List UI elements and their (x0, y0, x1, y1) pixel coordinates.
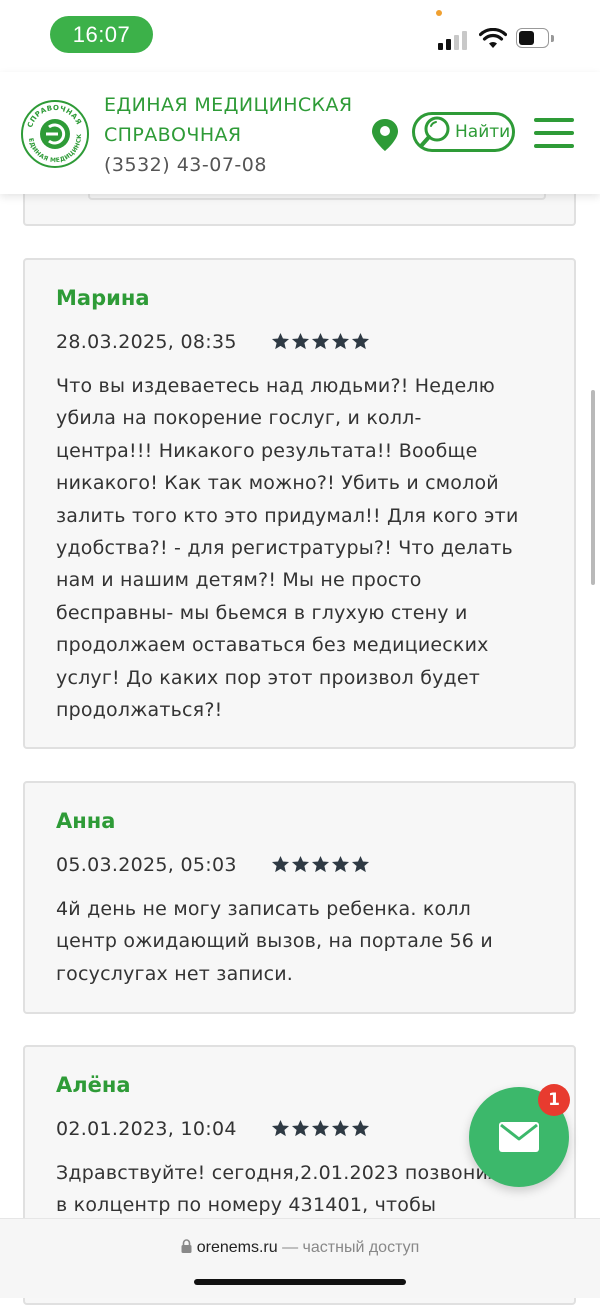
review-text-line: Что вы издеваетесь над людьми?! Неделю (56, 375, 495, 397)
status-bar: 16:07 (0, 0, 600, 72)
star-icon (351, 855, 370, 873)
battery-icon (516, 28, 554, 50)
star-icon (311, 1119, 330, 1137)
privacy-indicator-dot (436, 10, 442, 16)
review-text-line: продолжаться?! (56, 699, 223, 722)
review-text-line: услуг! До каких пор этот произвол будет (56, 666, 481, 689)
star-icon (291, 332, 310, 350)
review-text-line: продолжаем оставаться без медициеских (56, 634, 489, 657)
review-rating-stars (271, 332, 371, 351)
url-domain: orenems.ru (196, 1239, 278, 1256)
cellular-signal-icon (438, 30, 470, 50)
review-rating-stars (271, 855, 371, 874)
url-address[interactable]: orenems.ru — частный доступ (0, 1239, 600, 1257)
review-rating-stars (271, 1119, 371, 1138)
brand-block[interactable]: ЕДИНАЯ МЕДИЦИНСКАЯ СПРАВОЧНАЯ (3532) 43-… (104, 90, 352, 180)
review-date: 28.03.2025, 08:35 (56, 331, 237, 353)
private-access-note: — частный доступ (282, 1239, 420, 1256)
review-date: 02.01.2023, 10:04 (56, 1118, 237, 1140)
menu-hamburger-icon[interactable] (534, 118, 574, 148)
lock-icon (181, 1239, 192, 1253)
star-icon (271, 332, 290, 350)
review-text-line: никакого! Как так можно?! Убить и смолой (56, 472, 499, 495)
brand-name-line2: СПРАВОЧНАЯ (104, 124, 242, 146)
mail-icon (499, 1122, 539, 1152)
star-icon (291, 855, 310, 873)
star-icon (351, 1119, 370, 1137)
review-text-line: центр ожидающий вызов, на портале 56 и (56, 930, 493, 953)
search-icon (419, 116, 450, 148)
review-text-line: залить того кто это придумал!! Для кого … (56, 504, 519, 527)
brand-name-line1: ЕДИНАЯ МЕДИЦИНСКАЯ (104, 94, 353, 116)
review-date: 05.03.2025, 05:03 (56, 854, 237, 876)
review-text-line: в колцентр по номеру 431401, чтобы (56, 1194, 437, 1217)
page-scrollbar[interactable] (591, 390, 595, 585)
star-icon (271, 1119, 290, 1137)
star-icon (331, 332, 350, 350)
star-icon (331, 855, 350, 873)
review-text-line: госуслугах нет записи. (56, 962, 294, 985)
review-text-line: центра!!! Никакого результата!! Вообще (56, 439, 478, 462)
wifi-icon (479, 28, 507, 48)
browser-url-bar[interactable]: orenems.ru — частный доступ (0, 1218, 600, 1298)
review-text: Что вы издеваетесь над людьми?! Неделю уб… (56, 370, 556, 726)
review-author: Марина (56, 286, 150, 310)
review-card: Анна 05.03.2025, 05:03 4й день не могу з… (23, 781, 576, 1014)
home-indicator[interactable] (194, 1279, 406, 1285)
review-author: Анна (56, 809, 116, 833)
star-icon (271, 855, 290, 873)
status-time: 16:07 (50, 16, 153, 53)
search-button-label: Найти (455, 122, 511, 142)
notification-badge: 1 (538, 1084, 570, 1116)
review-text: 4й день не могу записать ребенка. колл це… (56, 893, 556, 990)
review-text-line: 4й день не могу записать ребенка. колл (56, 898, 472, 920)
review-text-line: бесправны- мы бьемся в глухую стену и (56, 601, 468, 624)
review-author: Алёна (56, 1073, 131, 1097)
location-pin-icon[interactable] (370, 118, 400, 152)
star-icon (351, 332, 370, 350)
review-text-line: нам и нашим детям?! Мы не просто (56, 569, 422, 592)
search-button[interactable]: Найти (412, 112, 515, 152)
site-logo[interactable]: СПРАВОЧНАЯ ЕДИНАЯ МЕДИЦИНСКАЯ (21, 100, 89, 168)
star-icon (311, 332, 330, 350)
review-card: Марина 28.03.2025, 08:35 Что вы издевает… (23, 258, 576, 749)
site-header: СПРАВОЧНАЯ ЕДИНАЯ МЕДИЦИНСКАЯ ЕДИНАЯ МЕД… (0, 72, 600, 194)
header-phone[interactable]: (3532) 43-07-08 (104, 150, 352, 180)
star-icon (331, 1119, 350, 1137)
review-text-line: убила на покорение гослуг, и колл- (56, 407, 422, 430)
review-text-line: удобства?! - для регистратуры?! Что дела… (56, 537, 513, 560)
star-icon (291, 1119, 310, 1137)
star-icon (311, 855, 330, 873)
